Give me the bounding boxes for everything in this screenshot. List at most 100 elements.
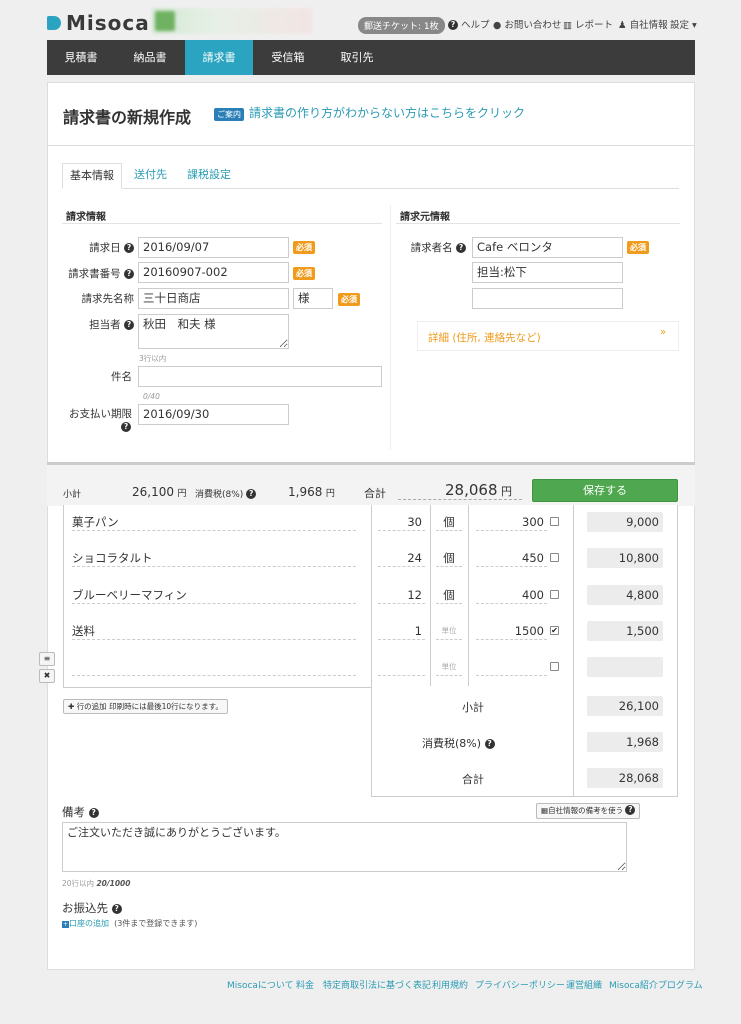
issuer-contact-input[interactable]: 担当:松下 <box>472 262 623 283</box>
use-company-remarks-button[interactable]: ▦自社情報の備考を使う ? <box>536 803 641 819</box>
tab-tax-settings[interactable]: 課税設定 <box>180 163 238 189</box>
mail-ticket-badge[interactable]: 郵送チケット: 1枚 <box>358 17 445 34</box>
summary-tax: 1,968 円 <box>288 485 335 499</box>
guide-link[interactable]: 請求書の作り方がわからない方はこちらをクリック <box>249 104 525 121</box>
main-nav: 見積書 納品書 請求書 受信箱 取引先 <box>47 40 695 75</box>
item-unit-input[interactable]: 個 <box>436 586 462 604</box>
invoice-number-input[interactable]: 20160907-002 <box>138 262 289 283</box>
help-icon: ? <box>625 805 636 815</box>
invoice-date-input[interactable]: 2016/09/07 <box>138 237 289 258</box>
summary-subtotal-label: 小計 <box>63 490 82 500</box>
client-name-input[interactable]: 三十日商店 <box>138 288 289 309</box>
totals-total-value: 28,068 <box>587 768 663 788</box>
help-icon[interactable]: ? <box>246 489 257 499</box>
settings-menu[interactable]: 設定 ▾ <box>670 17 697 31</box>
required-badge: 必須 <box>627 241 649 254</box>
nav-estimates[interactable]: 見積書 <box>47 40 115 75</box>
totals-total-label: 合計 <box>462 773 484 786</box>
tab-recipient[interactable]: 送付先 <box>127 163 174 189</box>
company-info-link[interactable]: ♟ 自社情報 <box>618 17 668 31</box>
honorific-input[interactable]: 様 <box>293 288 333 309</box>
tax-checkbox[interactable] <box>550 517 559 526</box>
report-link[interactable]: ▥ レポート <box>563 17 613 31</box>
help-icon[interactable]: ? <box>111 904 122 914</box>
add-row-button[interactable]: ✚ 行の追加 印刷時には最後10行になります。 <box>63 699 228 714</box>
item-name-input[interactable] <box>72 658 356 676</box>
tab-basic-info[interactable]: 基本情報 <box>62 163 122 189</box>
footer-pricing[interactable]: 料金 <box>296 978 314 991</box>
item-price-input[interactable]: 300 <box>476 513 547 531</box>
add-bank-link[interactable]: +口座の追加 <box>62 919 109 928</box>
contact-textarea[interactable]: 秋田 和夫 様 <box>138 314 289 349</box>
subject-input[interactable] <box>138 366 382 387</box>
tax-checkbox[interactable] <box>550 662 559 671</box>
item-name-input[interactable]: 菓子パン <box>72 513 356 531</box>
row-menu-icon[interactable]: ≡ <box>39 652 55 666</box>
item-price-input[interactable]: 1500 <box>476 622 547 640</box>
due-date-input[interactable]: 2016/09/30 <box>138 404 289 425</box>
item-name-input[interactable]: ブルーベリーマフィン <box>72 586 356 604</box>
item-unit-input[interactable]: 個 <box>436 513 462 531</box>
nav-clients[interactable]: 取引先 <box>323 40 391 75</box>
footer-about[interactable]: Misocaについて <box>227 978 294 991</box>
help-icon[interactable]: ? <box>124 320 134 330</box>
remarks-hint: 20行以内 20/1000 <box>62 879 131 888</box>
item-qty-input[interactable]: 12 <box>378 586 425 604</box>
issuer-name-label: 請求者名 ? <box>396 240 466 255</box>
nav-invoices[interactable]: 請求書 <box>185 40 253 75</box>
item-price-input[interactable]: 400 <box>476 586 547 604</box>
tax-checkbox[interactable] <box>550 590 559 599</box>
issuer-name-input[interactable]: Cafe ベロンタ <box>472 237 623 258</box>
help-icon[interactable]: ? <box>456 243 466 253</box>
help-icon[interactable]: ? <box>121 422 131 432</box>
totals-subtotal-value: 26,100 <box>587 696 663 716</box>
nav-delivery[interactable]: 納品書 <box>115 40 185 75</box>
help-icon[interactable]: ? <box>124 269 134 279</box>
chevron-double-down-icon: » <box>660 327 667 338</box>
issuer-info-heading: 請求元情報 <box>400 212 450 223</box>
item-price-input[interactable] <box>476 658 547 676</box>
footer-legal[interactable]: 特定商取引法に基づく表記 <box>323 978 431 991</box>
summary-tax-label: 消費税(8%) ? <box>195 487 257 500</box>
item-price-input[interactable]: 450 <box>476 549 547 567</box>
row-delete-icon[interactable]: ✖ <box>39 669 55 683</box>
item-amount: 1,500 <box>587 621 663 641</box>
help-link[interactable]: ? ヘルプ <box>448 17 490 31</box>
footer-referral[interactable]: Misoca紹介プログラム <box>609 978 703 991</box>
item-unit-input[interactable]: 個 <box>436 549 462 567</box>
due-help: ? <box>121 420 131 433</box>
item-amount: 4,800 <box>587 585 663 605</box>
help-icon[interactable]: ? <box>88 808 99 818</box>
footer-organization[interactable]: 運営組織 <box>566 978 602 991</box>
remarks-textarea[interactable]: ご注文いただき誠にありがとうございます。 <box>62 822 627 872</box>
billing-info-divider <box>62 223 382 224</box>
item-qty-input[interactable]: 30 <box>378 513 425 531</box>
item-name-input[interactable]: 送料 <box>72 622 356 640</box>
item-qty-input[interactable] <box>378 658 425 676</box>
save-button[interactable]: 保存する <box>532 479 678 502</box>
item-unit-input[interactable]: 単位 <box>436 622 462 640</box>
help-icon[interactable]: ? <box>484 739 495 749</box>
subject-hint: 0/40 <box>143 392 160 401</box>
logo-text[interactable]: Misoca <box>66 11 150 35</box>
nav-inbox[interactable]: 受信箱 <box>253 40 323 75</box>
subject-label: 件名 <box>111 371 132 383</box>
footer-terms[interactable]: 利用規約 <box>432 978 468 991</box>
item-qty-input[interactable]: 24 <box>378 549 425 567</box>
issuer-extra-input[interactable] <box>472 288 623 309</box>
item-amount: 9,000 <box>587 512 663 532</box>
item-unit-input[interactable]: 単位 <box>436 658 462 676</box>
bank-label: お振込先 ? <box>62 900 122 916</box>
plus-box-icon: + <box>62 921 69 928</box>
help-icon[interactable]: ? <box>124 243 134 253</box>
tax-checkbox[interactable]: ✔ <box>550 626 559 635</box>
footer-privacy[interactable]: プライバシーポリシー <box>475 978 565 991</box>
item-qty-input[interactable]: 1 <box>378 622 425 640</box>
plus-icon: ✚ <box>68 702 75 711</box>
tax-checkbox[interactable] <box>550 553 559 562</box>
account-switcher[interactable] <box>152 8 312 34</box>
item-name-input[interactable]: ショコラタルト <box>72 549 356 567</box>
issuer-detail-label: 詳細 (住所, 連絡先など) <box>428 332 541 344</box>
totals-tax-label: 消費税(8%) ? <box>422 735 495 751</box>
contact-link[interactable]: ● お問い合わせ <box>493 17 561 31</box>
